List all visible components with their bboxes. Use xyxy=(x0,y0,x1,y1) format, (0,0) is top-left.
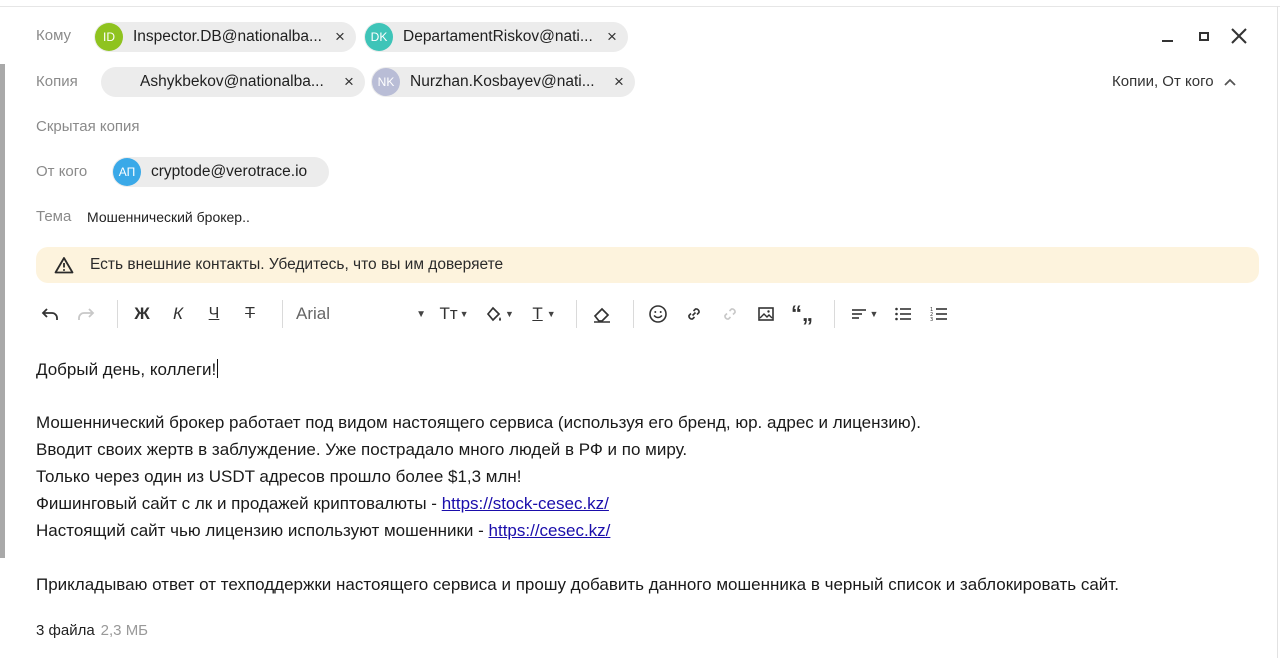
text-color-icon: Т xyxy=(532,304,543,323)
text-size-button[interactable]: Тт ▼ xyxy=(436,302,472,326)
attachments-count: 3 файла xyxy=(36,622,95,639)
text-color-button[interactable]: Т ▼ xyxy=(526,302,562,326)
message-greeting: Добрый день, коллеги! xyxy=(36,359,219,379)
recipient-email: Inspector.DB@nationalba... xyxy=(133,28,322,45)
bold-button[interactable]: Ж xyxy=(130,302,154,326)
toolbar-separator xyxy=(576,300,577,328)
quote-icon[interactable]: “„ xyxy=(790,302,814,326)
avatar: NK xyxy=(372,68,400,96)
attachments-summary[interactable]: 3 файла 2,3 МБ xyxy=(36,622,148,639)
chevron-up-icon xyxy=(1223,78,1236,86)
restore-icon[interactable] xyxy=(1194,26,1214,46)
message-line: Настоящий сайт чью лицензию используют м… xyxy=(36,521,611,540)
align-left-icon xyxy=(851,309,866,319)
cc-from-toggle-label: Копии, От кого xyxy=(1112,73,1214,90)
image-icon[interactable] xyxy=(754,302,778,326)
toolbar-separator xyxy=(282,300,283,328)
avatar: ID xyxy=(95,23,123,51)
attachments-size: 2,3 МБ xyxy=(100,622,149,639)
redo-icon[interactable] xyxy=(74,302,98,326)
text-size-icon: Тт xyxy=(439,304,458,323)
message-line: Мошеннический брокер работает под видом … xyxy=(36,413,921,432)
warning-icon xyxy=(54,257,74,274)
recipient-email: DepartamentRiskov@nati... xyxy=(403,28,593,45)
underline-button[interactable]: Ч xyxy=(202,302,226,326)
recipient-chip-cc-2[interactable]: NK Nurzhan.Kosbayev@nati... × xyxy=(371,67,635,97)
toolbar-separator xyxy=(633,300,634,328)
numbered-list-icon[interactable]: 123 xyxy=(927,302,951,326)
remove-recipient-button[interactable]: × xyxy=(342,73,356,90)
font-family-value: Arial xyxy=(296,304,331,323)
cc-from-toggle[interactable]: Копии, От кого xyxy=(1112,73,1237,90)
remove-recipient-button[interactable]: × xyxy=(612,73,626,90)
from-label: От кого xyxy=(36,163,88,180)
avatar: АП xyxy=(113,158,141,186)
cc-label: Копия xyxy=(36,73,78,90)
recipient-email: Ashykbekov@nationalba... xyxy=(140,73,324,90)
recipient-email: Nurzhan.Kosbayev@nati... xyxy=(410,73,595,90)
subject-input[interactable]: Мошеннический брокер.. xyxy=(87,209,250,225)
message-line: Фишинговый сайт с лк и продажей криптова… xyxy=(36,494,609,513)
fill-color-button[interactable]: ▼ xyxy=(482,302,516,326)
recipient-chip-to-1[interactable]: ID Inspector.DB@nationalba... × xyxy=(94,22,356,52)
undo-icon[interactable] xyxy=(38,302,62,326)
toolbar-separator xyxy=(117,300,118,328)
avatar xyxy=(102,68,124,96)
chevron-down-icon: ▼ xyxy=(546,309,556,319)
toolbar-separator xyxy=(834,300,835,328)
phishing-site-link[interactable]: https://stock-cesec.kz/ xyxy=(442,494,609,513)
window-left-edge xyxy=(0,64,5,558)
minimize-icon[interactable] xyxy=(1158,26,1178,46)
subject-label: Тема xyxy=(36,208,72,225)
bulleted-list-icon[interactable] xyxy=(891,302,915,326)
chevron-down-icon: ▼ xyxy=(416,308,426,320)
align-button[interactable]: ▼ xyxy=(846,302,882,326)
unlink-icon[interactable] xyxy=(718,302,742,326)
emoji-icon[interactable] xyxy=(646,302,670,326)
top-divider xyxy=(0,6,1280,7)
eraser-icon[interactable] xyxy=(590,302,614,326)
remove-recipient-button[interactable]: × xyxy=(333,28,347,45)
real-site-link[interactable]: https://cesec.kz/ xyxy=(489,521,611,540)
paint-bucket-icon xyxy=(486,306,502,322)
bcc-label[interactable]: Скрытая копия xyxy=(36,118,140,135)
recipient-chip-to-2[interactable]: DK DepartamentRiskov@nati... × xyxy=(364,22,628,52)
font-family-select[interactable]: Arial ▼ xyxy=(296,302,426,326)
text-caret xyxy=(217,359,219,378)
formatting-toolbar: Ж К Ч Т Arial ▼ Тт ▼ ▼ Т ▼ “„ ▼ 123 xyxy=(36,296,1036,332)
warning-text: Есть внешние контакты. Убедитесь, что вы… xyxy=(90,256,504,273)
sender-email: cryptode@verotrace.io xyxy=(151,163,308,180)
italic-button[interactable]: К xyxy=(166,302,190,326)
message-line: Прикладываю ответ от техподдержки настоя… xyxy=(36,575,1119,594)
strikethrough-button[interactable]: Т xyxy=(238,302,262,326)
window-right-edge xyxy=(1277,6,1278,658)
avatar: DK xyxy=(365,23,393,51)
chevron-down-icon: ▼ xyxy=(869,309,879,319)
link-icon[interactable] xyxy=(682,302,706,326)
external-contacts-warning: Есть внешние контакты. Убедитесь, что вы… xyxy=(36,247,1259,283)
message-line: Вводит своих жертв в заблуждение. Уже по… xyxy=(36,440,688,459)
message-line: Только через один из USDT адресов прошло… xyxy=(36,467,522,486)
sender-chip[interactable]: АП cryptode@verotrace.io xyxy=(112,157,329,187)
close-icon[interactable] xyxy=(1229,26,1249,46)
remove-recipient-button[interactable]: × xyxy=(605,28,619,45)
svg-text:3: 3 xyxy=(930,317,933,322)
chevron-down-icon: ▼ xyxy=(459,309,469,319)
recipient-chip-cc-1[interactable]: Ashykbekov@nationalba... × xyxy=(101,67,365,97)
chevron-down-icon: ▼ xyxy=(505,309,514,319)
to-label: Кому xyxy=(36,27,72,44)
